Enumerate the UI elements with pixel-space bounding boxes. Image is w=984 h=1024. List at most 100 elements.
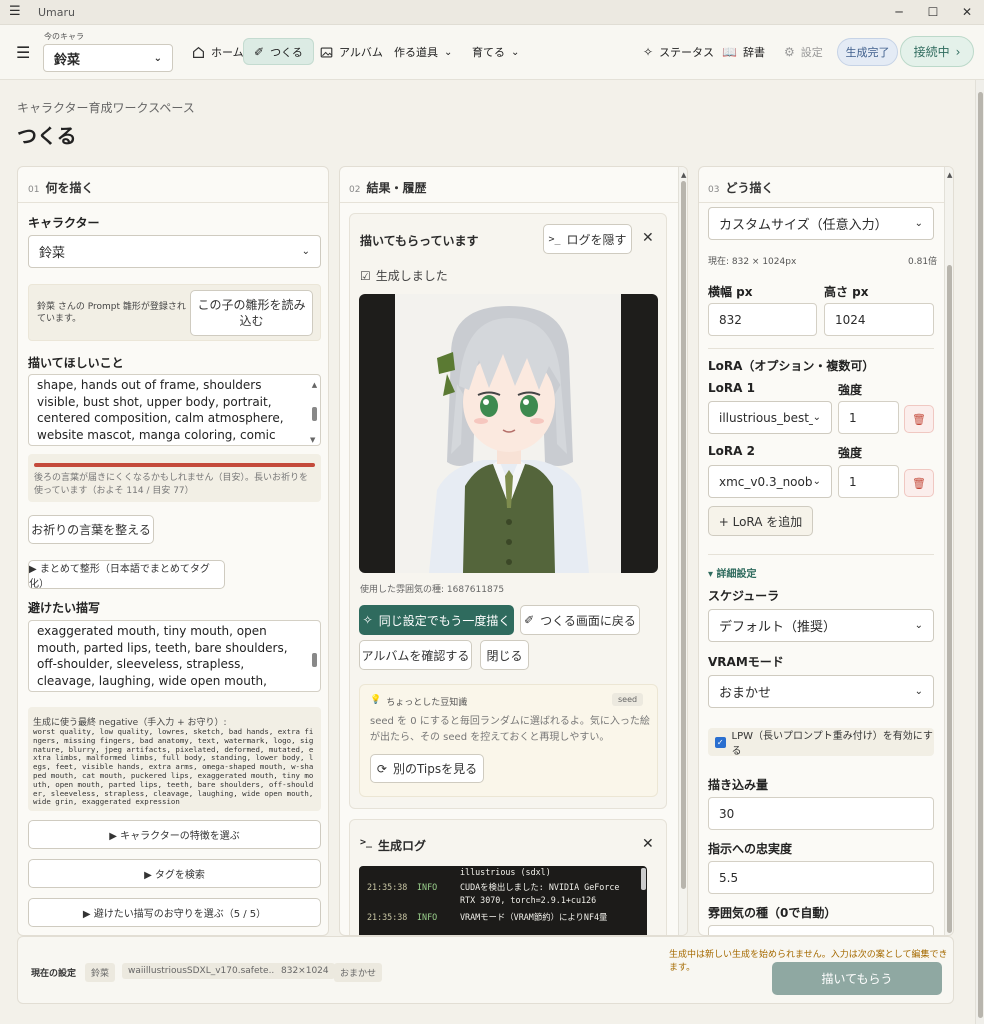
- panel-heading: 01 何を描く: [28, 179, 93, 196]
- divider: [699, 202, 944, 203]
- tag-search-button[interactable]: ▶ タグを検索: [28, 859, 321, 888]
- character-select[interactable]: 鈴菜 ⌄: [43, 44, 173, 72]
- sparkle-icon: ✧: [362, 613, 373, 627]
- height-input[interactable]: 1024: [824, 303, 934, 336]
- lora2-value: xmc_v0.3_noobai_c: [719, 474, 813, 489]
- generation-log-card: >_ 生成ログ ✕ illustrious (sdxl) 21:35:38 INF…: [349, 819, 667, 935]
- lpw-checkbox[interactable]: ✓: [715, 736, 726, 748]
- chevron-right-icon: ›: [955, 44, 961, 59]
- hamburger-icon[interactable]: ☰: [16, 43, 30, 62]
- settings-tag: おまかせ: [334, 963, 383, 982]
- settings-tag: 832×1024: [275, 963, 335, 979]
- close-result-button[interactable]: 閉じる: [480, 640, 529, 670]
- wish-scroll-thumb[interactable]: [312, 407, 317, 421]
- middle-scrollbar[interactable]: ▲: [678, 167, 687, 935]
- lora2-label: LoRA 2: [708, 444, 755, 458]
- bulk-format-button[interactable]: ▶ まとめて整形（日本語でまとめてタグ化）: [28, 560, 225, 590]
- back-to-make-button[interactable]: ✐ つくる画面に戻る: [520, 605, 640, 635]
- page-scroll-thumb[interactable]: [978, 92, 983, 1018]
- seed-input[interactable]: [708, 925, 934, 935]
- nav-grow-label: 育てる: [472, 46, 505, 59]
- nav-album[interactable]: アルバム: [310, 38, 393, 66]
- connection-badge[interactable]: 接続中 ›: [900, 36, 974, 67]
- avoid-textarea[interactable]: exaggerated mouth, tiny mouth, open mout…: [28, 620, 321, 692]
- nav-dictionary[interactable]: 📖 辞書: [712, 38, 775, 66]
- character-dropdown[interactable]: 鈴菜 ⌄: [28, 235, 321, 268]
- generate-again-button[interactable]: ✧ 同じ設定でもう一度描く: [359, 605, 514, 635]
- close-window-icon[interactable]: ✕: [957, 3, 977, 21]
- hide-log-button[interactable]: >_ ログを隠す: [543, 224, 632, 254]
- vram-select[interactable]: おまかせ ⌄: [708, 675, 934, 708]
- seed-used: 使用した雰囲気の種: 1687611875: [360, 585, 505, 595]
- close-log-icon[interactable]: ✕: [642, 836, 654, 852]
- panel-heading: 02 結果・履歴: [349, 179, 426, 196]
- current-size: 現在: 832 × 1024px: [708, 257, 797, 267]
- nav-tools-label: 作る道具: [394, 46, 438, 59]
- page-title: つくる: [17, 124, 77, 148]
- seed-label: 雰囲気の種（0で自動）: [708, 906, 837, 920]
- log-scroll-thumb[interactable]: [641, 868, 646, 890]
- generated-label: 生成しました: [375, 269, 448, 283]
- right-scroll-thumb[interactable]: [947, 265, 952, 933]
- load-template-button[interactable]: この子の雛形を読み込む: [190, 290, 313, 336]
- avoid-scroll-thumb[interactable]: [312, 653, 317, 667]
- tidy-prayer-button[interactable]: お祈りの言葉を整える: [28, 515, 154, 544]
- wish-text: shape, hands out of frame, shoulders vis…: [37, 378, 284, 445]
- chevron-down-icon: ⌄: [444, 46, 453, 58]
- nav-settings[interactable]: ⚙ 設定: [774, 38, 833, 66]
- panel-number: 01: [28, 185, 40, 195]
- hide-log-label: ログを隠す: [566, 232, 627, 247]
- nav-make[interactable]: ✐ つくる: [243, 38, 314, 65]
- minimize-icon[interactable]: ─: [889, 3, 909, 21]
- nav-make-label: つくる: [270, 45, 303, 59]
- size-select[interactable]: カスタムサイズ（任意入力） ⌄: [708, 207, 934, 240]
- lora1-select[interactable]: illustrious_best_qu ⌄: [708, 401, 832, 434]
- drawing-title: 描いてもらっています: [360, 234, 479, 248]
- panel-title: 何を描く: [45, 181, 94, 195]
- maximize-icon[interactable]: ☐: [923, 3, 943, 21]
- steps-input[interactable]: 30: [708, 797, 934, 830]
- cfg-input[interactable]: 5.5: [708, 861, 934, 894]
- page-scrollbar[interactable]: [975, 80, 984, 1024]
- menu-icon[interactable]: ☰: [9, 4, 21, 19]
- delete-lora2-button[interactable]: 🗑: [904, 469, 934, 497]
- next-tip-button[interactable]: ⟳ 別のTipsを見る: [370, 754, 484, 783]
- chevron-down-icon: ⌄: [153, 52, 162, 64]
- choose-character-features-button[interactable]: ▶ キャラクターの特徴を選ぶ: [28, 820, 321, 849]
- anime-girl-illustration: [395, 294, 621, 573]
- check-album-button[interactable]: アルバムを確認する: [359, 640, 472, 670]
- wish-textarea[interactable]: shape, hands out of frame, shoulders vis…: [28, 374, 321, 446]
- sparkle-icon: ✧: [643, 45, 654, 59]
- close-icon[interactable]: ✕: [642, 230, 654, 246]
- delete-lora1-button[interactable]: 🗑: [904, 405, 934, 433]
- log-console: illustrious (sdxl) 21:35:38 INFO CUDAを検出しま…: [359, 866, 647, 935]
- lora2-select[interactable]: xmc_v0.3_noobai_c ⌄: [708, 465, 832, 498]
- lora1-strength-input[interactable]: 1: [838, 401, 899, 434]
- generate-button[interactable]: 描いてもらう: [772, 962, 942, 995]
- advanced-toggle[interactable]: ▾ 詳細設定: [708, 565, 757, 580]
- scheduler-select[interactable]: デフォルト（推奨） ⌄: [708, 609, 934, 642]
- width-input[interactable]: 832: [708, 303, 817, 336]
- divider: [708, 348, 934, 349]
- tip-tag: seed: [612, 693, 644, 706]
- tip-card: 💡 ちょっとした豆知識 seed seed を 0 にすると毎回ランダムに選ばれ…: [359, 684, 658, 797]
- middle-scroll-thumb[interactable]: [681, 181, 686, 889]
- lora1-label: LoRA 1: [708, 381, 755, 395]
- lpw-option[interactable]: ✓ LPW（長いプロンプト重み付け）を有効にする: [708, 728, 934, 757]
- refresh-icon: ⟳: [376, 761, 387, 776]
- nav-grow[interactable]: 育てる ⌄: [462, 38, 529, 66]
- divider: [340, 202, 687, 203]
- nav-status[interactable]: ✧ ステータス: [633, 38, 724, 66]
- avoid-scrollbar[interactable]: [310, 623, 319, 689]
- wish-scrollbar[interactable]: ▲ ▼: [310, 377, 319, 444]
- add-lora-button[interactable]: + LoRA を追加: [708, 506, 813, 536]
- log-title: 生成ログ: [378, 839, 427, 853]
- lora2-strength-input[interactable]: 1: [838, 465, 899, 498]
- avoid-charm-button[interactable]: ▶ 避けたい描写のお守りを選ぶ（5 / 5）: [28, 898, 321, 927]
- chevron-down-icon: ⌄: [301, 246, 310, 257]
- nav-tools[interactable]: 作る道具 ⌄: [384, 38, 462, 66]
- negative-text: worst quality, low quality, lowres, sket…: [33, 727, 314, 807]
- right-scrollbar[interactable]: ▲: [944, 167, 953, 935]
- generated-image[interactable]: [359, 294, 658, 573]
- avoid-label: 避けたい描写: [28, 601, 101, 615]
